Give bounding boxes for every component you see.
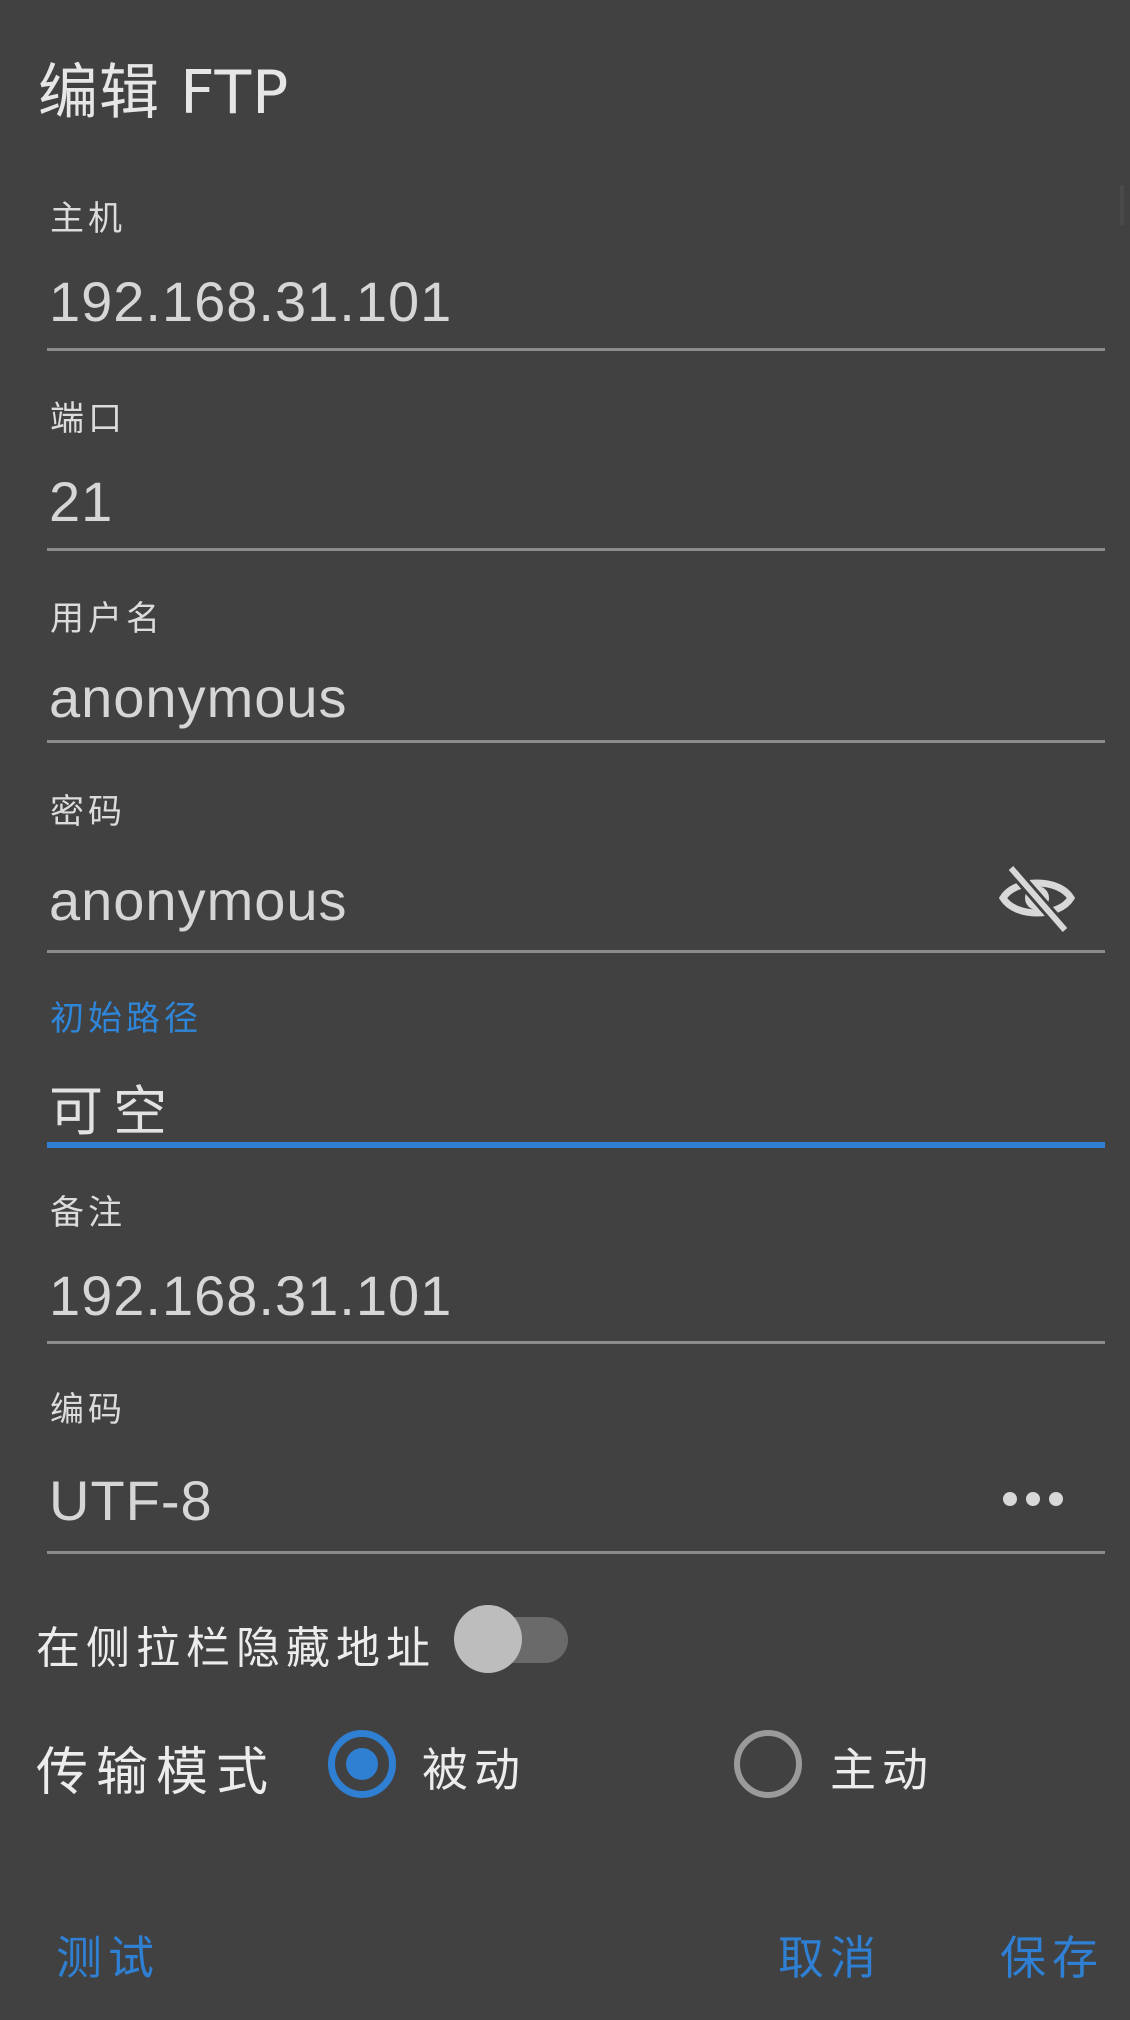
switch-thumb bbox=[454, 1605, 522, 1673]
test-button[interactable]: 测试 bbox=[56, 1922, 160, 1988]
password-label: 密码 bbox=[50, 792, 126, 832]
initial-path-field[interactable]: 初始路径 可空 bbox=[47, 985, 1105, 1150]
port-label: 端口 bbox=[50, 399, 126, 439]
note-label: 备注 bbox=[50, 1193, 126, 1233]
passive-radio[interactable] bbox=[328, 1730, 396, 1798]
host-label: 主机 bbox=[50, 199, 126, 239]
scrollbar[interactable] bbox=[1120, 185, 1124, 225]
initial-path-label: 初始路径 bbox=[50, 999, 202, 1039]
save-button[interactable]: 保存 bbox=[1000, 1922, 1104, 1988]
cancel-button[interactable]: 取消 bbox=[778, 1922, 882, 1988]
encoding-field[interactable]: 编码 UTF-8 bbox=[47, 1380, 1105, 1558]
initial-path-input[interactable]: 可空 bbox=[49, 1067, 177, 1146]
radio-dot bbox=[346, 1748, 378, 1780]
eye-off-icon[interactable] bbox=[997, 858, 1077, 938]
host-input[interactable]: 192.168.31.101 bbox=[49, 269, 452, 334]
port-input[interactable]: 21 bbox=[49, 469, 113, 534]
note-input[interactable]: 192.168.31.101 bbox=[49, 1263, 452, 1328]
dialog-title: 编辑 FTP bbox=[38, 58, 290, 128]
hide-address-label: 在侧拉栏隐藏地址 bbox=[36, 1623, 436, 1674]
password-input[interactable]: anonymous bbox=[49, 868, 348, 933]
port-field[interactable]: 端口 21 bbox=[47, 385, 1105, 555]
password-underline bbox=[47, 950, 1105, 953]
edit-ftp-dialog: 编辑 FTP 主机 192.168.31.101 端口 21 用户名 anony… bbox=[0, 0, 1130, 2020]
encoding-label: 编码 bbox=[50, 1390, 126, 1430]
initial-path-underline bbox=[47, 1142, 1105, 1148]
username-input[interactable]: anonymous bbox=[49, 665, 348, 730]
passive-label[interactable]: 被动 bbox=[422, 1734, 526, 1800]
encoding-underline bbox=[47, 1551, 1105, 1554]
password-field[interactable]: 密码 anonymous bbox=[47, 778, 1105, 956]
note-field[interactable]: 备注 192.168.31.101 bbox=[47, 1183, 1105, 1348]
username-field[interactable]: 用户名 anonymous bbox=[47, 585, 1105, 755]
hide-address-switch[interactable] bbox=[454, 1603, 570, 1675]
note-underline bbox=[47, 1341, 1105, 1344]
port-underline bbox=[47, 548, 1105, 551]
active-label[interactable]: 主动 bbox=[830, 1734, 934, 1800]
transfer-mode-label: 传输模式 bbox=[36, 1743, 277, 1803]
host-underline bbox=[47, 348, 1105, 351]
username-underline bbox=[47, 740, 1105, 743]
username-label: 用户名 bbox=[50, 599, 164, 639]
encoding-input[interactable]: UTF-8 bbox=[49, 1468, 213, 1533]
active-radio[interactable] bbox=[734, 1730, 802, 1798]
host-field[interactable]: 主机 192.168.31.101 bbox=[47, 185, 1105, 355]
more-horizontal-icon[interactable] bbox=[999, 1484, 1069, 1514]
